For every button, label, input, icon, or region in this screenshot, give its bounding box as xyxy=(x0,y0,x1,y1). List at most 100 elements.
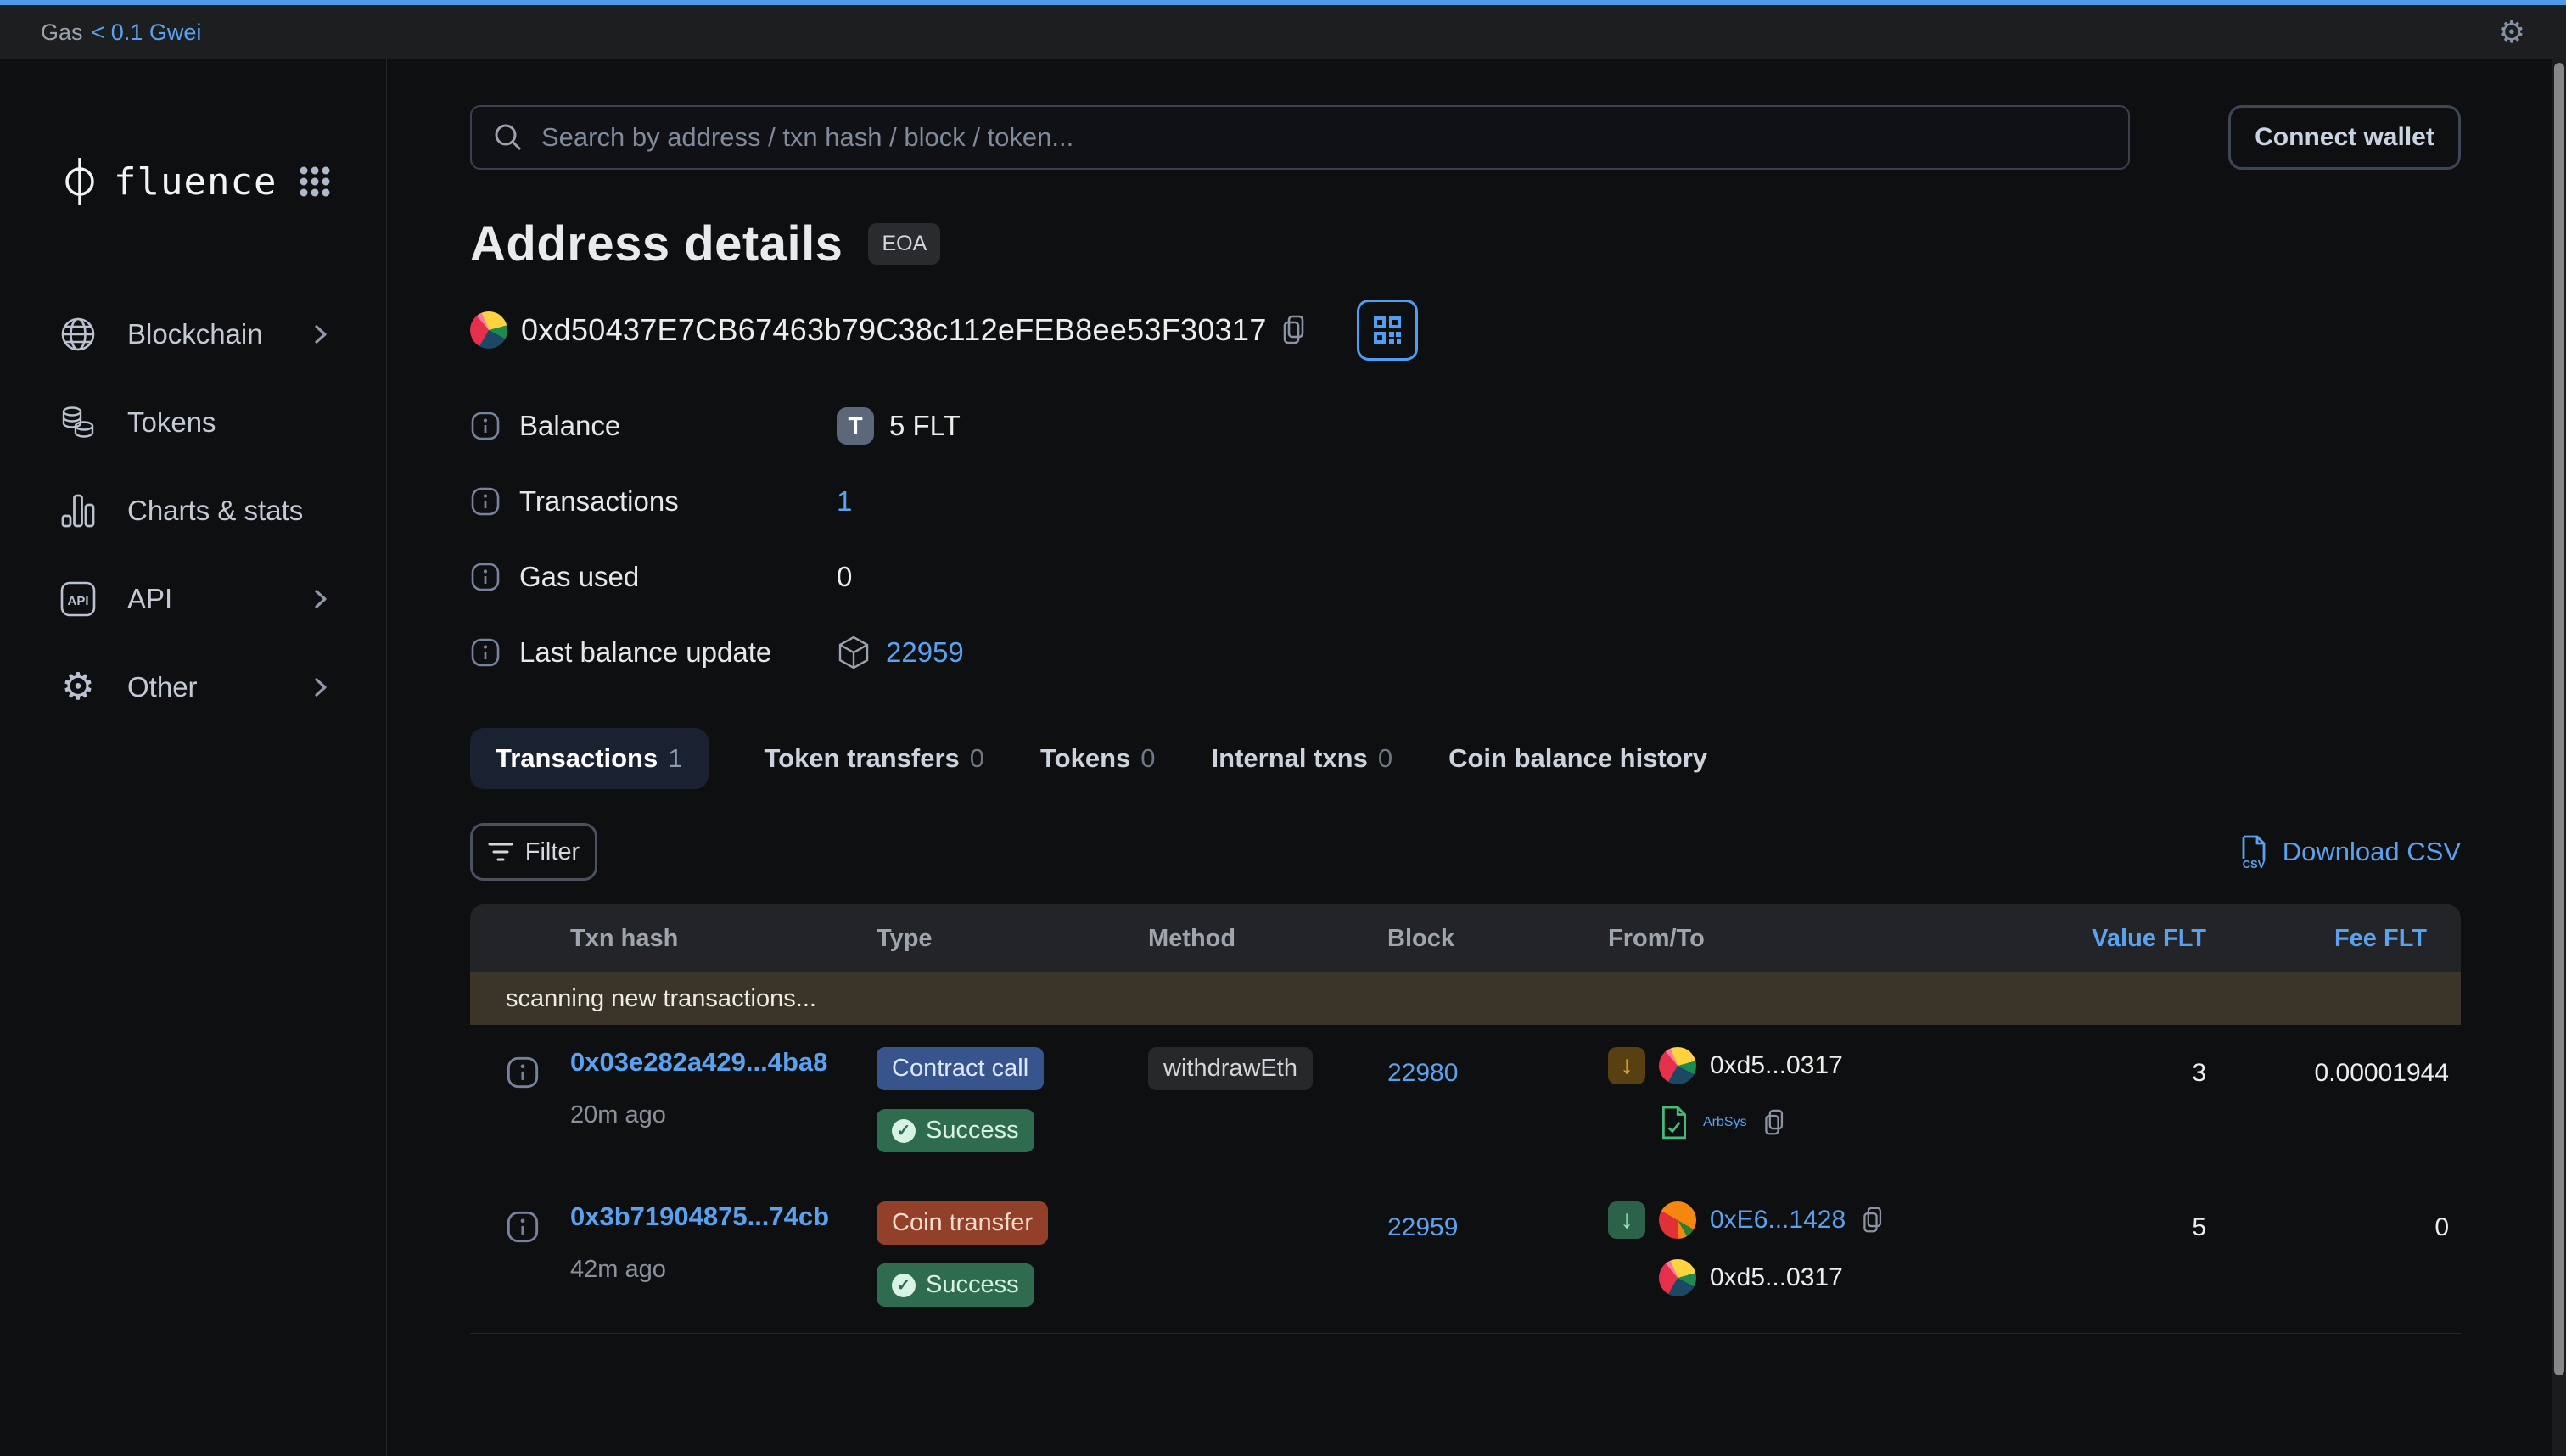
col-block: Block xyxy=(1387,925,1608,953)
balance-value: 5 FLT xyxy=(889,410,961,442)
txn-hash-link[interactable]: 0x03e282a429...4ba8 xyxy=(570,1047,877,1078)
address-type-badge: EOA xyxy=(868,223,940,265)
info-hint-icon[interactable] xyxy=(470,411,501,441)
copy-address-icon[interactable] xyxy=(1280,314,1309,346)
sidebar-nav: Blockchain Tokens xyxy=(0,290,386,731)
last-balance-update-label: Last balance update xyxy=(519,636,771,669)
filter-label: Filter xyxy=(525,838,580,866)
copy-to-address-icon[interactable] xyxy=(1762,1108,1788,1137)
table-row: 0x03e282a429...4ba8 20m ago Contract cal… xyxy=(470,1025,2461,1179)
txn-age: 20m ago xyxy=(570,1101,877,1129)
tx-fee: 0 xyxy=(2206,1201,2461,1308)
qr-code-icon xyxy=(1370,313,1404,347)
col-txn-hash: Txn hash xyxy=(570,925,877,953)
scrollbar-thumb[interactable] xyxy=(2554,63,2564,1375)
contract-icon xyxy=(1659,1105,1689,1140)
sidebar-item-label: Other xyxy=(127,671,310,703)
bar-chart-icon xyxy=(59,492,97,529)
last-balance-update-block-link[interactable]: 22959 xyxy=(886,636,964,669)
block-link[interactable]: 22959 xyxy=(1387,1213,1458,1241)
qr-code-button[interactable] xyxy=(1357,300,1418,361)
sidebar-item-charts-stats[interactable]: Charts & stats xyxy=(0,467,386,555)
gas-value: < 0.1 Gwei xyxy=(92,20,202,46)
tab-bar: Transactions 1 Token transfers 0 Tokens … xyxy=(470,728,2461,789)
table-row: 0x3b71904875...74cb 42m ago Coin transfe… xyxy=(470,1179,2461,1334)
gas-used-label: Gas used xyxy=(519,561,639,593)
filter-button[interactable]: Filter xyxy=(470,823,597,881)
filter-icon xyxy=(488,841,513,863)
sidebar-item-tokens[interactable]: Tokens xyxy=(0,378,386,467)
fluence-logo[interactable]: fluence xyxy=(59,154,277,209)
download-csv-link[interactable]: CSV Download CSV xyxy=(2238,834,2461,870)
connect-wallet-button[interactable]: Connect wallet xyxy=(2228,105,2461,170)
direction-out-icon: ↓ xyxy=(1608,1047,1645,1084)
main-content: Connect wallet Address details EOA 0xd50… xyxy=(387,59,2566,1456)
sidebar-item-label: Blockchain xyxy=(127,318,310,350)
to-contract-link[interactable]: ArbSys xyxy=(1703,1115,1747,1130)
gas-label: Gas xyxy=(41,20,83,46)
top-accent-strip xyxy=(0,0,2566,5)
direction-in-icon: ↓ xyxy=(1608,1201,1645,1239)
info-row-transactions: Transactions 1 xyxy=(470,475,2461,528)
from-address-link[interactable]: 0xE6...1428 xyxy=(1710,1206,1846,1235)
tab-count: 1 xyxy=(668,743,682,774)
info-hint-icon[interactable] xyxy=(470,486,501,517)
csv-file-icon: CSV xyxy=(2238,834,2269,870)
info-row-gas-used: Gas used 0 xyxy=(470,551,2461,603)
success-check-icon: ✓ xyxy=(892,1119,916,1143)
svg-text:API: API xyxy=(67,594,88,608)
page-title: Address details xyxy=(470,216,843,272)
tx-info-icon[interactable] xyxy=(506,1056,540,1089)
scanning-banner: scanning new transactions... xyxy=(470,972,2461,1025)
sidebar-item-other[interactable]: ⚙ Other xyxy=(0,643,386,731)
download-csv-label: Download CSV xyxy=(2283,837,2461,867)
sidebar-item-blockchain[interactable]: Blockchain xyxy=(0,290,386,378)
txn-hash-link[interactable]: 0x3b71904875...74cb xyxy=(570,1201,877,1232)
tab-token-transfers[interactable]: Token transfers 0 xyxy=(765,743,985,774)
sidebar-item-api[interactable]: API API xyxy=(0,555,386,643)
info-row-balance: Balance T 5 FLT xyxy=(470,400,2461,452)
chevron-right-icon xyxy=(310,322,335,347)
globe-icon xyxy=(59,316,97,352)
transactions-count-link[interactable]: 1 xyxy=(837,485,852,518)
tx-status-badge: ✓ Success xyxy=(877,1263,1034,1307)
tab-count: 0 xyxy=(1378,743,1392,774)
copy-from-address-icon[interactable] xyxy=(1861,1206,1886,1235)
info-hint-icon[interactable] xyxy=(470,562,501,592)
chevron-right-icon xyxy=(310,675,335,700)
logo-text: fluence xyxy=(114,160,277,204)
apps-grid-icon[interactable] xyxy=(298,165,332,199)
tx-info-icon[interactable] xyxy=(506,1210,540,1244)
tx-type-badge: Contract call xyxy=(877,1047,1044,1090)
to-address: 0xd5...0317 xyxy=(1710,1263,1843,1292)
tab-transactions[interactable]: Transactions 1 xyxy=(470,728,709,789)
settings-gear-icon[interactable]: ⚙ xyxy=(2498,17,2525,48)
col-value-sort[interactable]: Value FLT xyxy=(1986,925,2206,953)
svg-text:CSV: CSV xyxy=(2242,858,2265,870)
tx-fee: 0.00001944 xyxy=(2206,1047,2461,1153)
gas-tracker[interactable]: Gas < 0.1 Gwei xyxy=(41,20,201,46)
info-row-last-balance-update: Last balance update 22959 xyxy=(470,626,2461,679)
sidebar-item-label: API xyxy=(127,583,310,615)
balance-label: Balance xyxy=(519,410,620,442)
token-logo-badge: T xyxy=(837,407,874,445)
tab-tokens[interactable]: Tokens 0 xyxy=(1040,743,1155,774)
block-link[interactable]: 22980 xyxy=(1387,1059,1458,1087)
search-bar xyxy=(470,105,2130,170)
tx-type-badge: Coin transfer xyxy=(877,1201,1048,1245)
page-scrollbar[interactable] xyxy=(2552,59,2566,1456)
address-hash: 0xd50437E7CB67463b79C38c112eFEB8ee53F303… xyxy=(521,312,1267,348)
to-avatar xyxy=(1659,1259,1696,1296)
tab-internal-txns[interactable]: Internal txns 0 xyxy=(1212,743,1393,774)
col-fee-sort[interactable]: Fee FLT xyxy=(2206,925,2461,953)
transactions-label: Transactions xyxy=(519,485,679,518)
col-type: Type xyxy=(877,925,1148,953)
tab-label: Internal txns xyxy=(1212,743,1368,774)
tx-method-badge: withdrawEth xyxy=(1148,1047,1313,1090)
search-input[interactable] xyxy=(541,122,2108,153)
tab-label: Coin balance history xyxy=(1448,743,1707,774)
info-hint-icon[interactable] xyxy=(470,637,501,668)
gear-icon: ⚙ xyxy=(59,669,97,706)
tab-coin-balance-history[interactable]: Coin balance history xyxy=(1448,743,1707,774)
tab-label: Transactions xyxy=(496,743,658,774)
